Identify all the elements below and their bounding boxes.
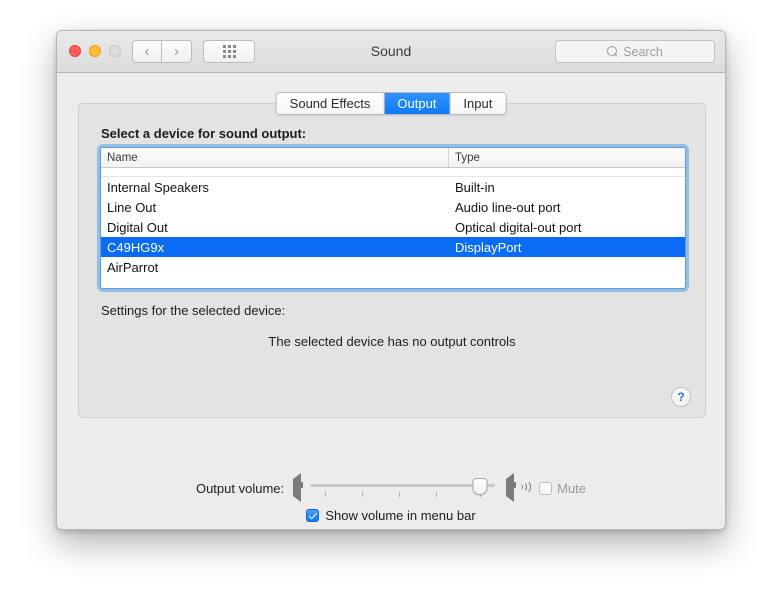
table-row-selected[interactable]: C49HG9x DisplayPort <box>101 237 685 257</box>
column-header-name[interactable]: Name <box>101 148 449 167</box>
window-body: Sound Effects Output Input Select a devi… <box>57 73 725 529</box>
search-field[interactable]: Search <box>555 40 715 63</box>
device-table-header: Name Type <box>101 148 685 168</box>
table-row[interactable]: AirBeam TV <box>101 168 685 177</box>
output-settings-panel: Select a device for sound output: Name T… <box>78 103 706 418</box>
table-row[interactable]: Internal Speakers Built-in <box>101 177 685 197</box>
window-titlebar: ‹ › Sound Search <box>57 31 725 73</box>
output-volume-slider[interactable] <box>310 477 496 499</box>
help-button[interactable]: ? <box>671 387 691 407</box>
device-table[interactable]: Name Type AirBeam TV Internal Speakers B… <box>100 147 686 289</box>
search-icon <box>607 46 618 57</box>
show-volume-checkbox[interactable] <box>306 509 320 522</box>
cell-type: Audio line-out port <box>455 199 561 215</box>
settings-heading: Settings for the selected device: <box>101 303 286 318</box>
show-volume-row: Show volume in menu bar <box>57 508 725 523</box>
table-row[interactable]: Digital Out Optical digital-out port <box>101 217 685 237</box>
screen-root: ‹ › Sound Search Sound Effects Output In… <box>0 0 780 612</box>
cell-type: Built-in <box>455 179 495 195</box>
no-output-controls-message: The selected device has no output contro… <box>268 334 516 349</box>
cell-name: AirParrot <box>107 259 159 275</box>
mute-checkbox[interactable] <box>539 481 553 495</box>
output-volume-row: Output volume: Mute <box>57 473 725 502</box>
table-row[interactable]: AirParrot <box>101 257 685 277</box>
cell-name: Line Out <box>107 199 157 215</box>
slider-track <box>310 484 496 487</box>
cell-type: Optical digital-out port <box>455 219 582 235</box>
mute-label: Mute <box>557 480 587 496</box>
select-device-heading: Select a device for sound output: <box>101 126 307 141</box>
tab-output[interactable]: Output <box>384 93 451 114</box>
device-table-body: AirBeam TV Internal Speakers Built-in Li… <box>101 168 685 288</box>
column-header-type[interactable]: Type <box>449 148 685 167</box>
speaker-low-icon <box>293 473 304 502</box>
tab-input[interactable]: Input <box>450 93 506 114</box>
speaker-high-icon <box>506 473 532 502</box>
tab-bar: Sound Effects Output Input <box>275 92 507 115</box>
show-volume-label: Show volume in menu bar <box>325 508 476 523</box>
cell-type: DisplayPort <box>455 239 522 255</box>
cell-name: C49HG9x <box>107 239 165 255</box>
slider-knob[interactable] <box>472 478 488 495</box>
question-mark-icon: ? <box>677 390 685 404</box>
cell-name: Digital Out <box>107 219 168 235</box>
mute-checkbox-group[interactable]: Mute <box>539 481 586 496</box>
cell-name: AirBeam TV <box>101 168 449 170</box>
table-row[interactable]: Line Out Audio line-out port <box>101 197 685 217</box>
search-placeholder: Search <box>623 44 663 59</box>
cell-name: Internal Speakers <box>107 179 209 195</box>
sound-preferences-window: ‹ › Sound Search Sound Effects Output In… <box>56 30 726 530</box>
slider-ticks <box>310 492 495 498</box>
tab-sound-effects[interactable]: Sound Effects <box>276 93 385 114</box>
output-volume-label: Output volume: <box>195 480 285 496</box>
